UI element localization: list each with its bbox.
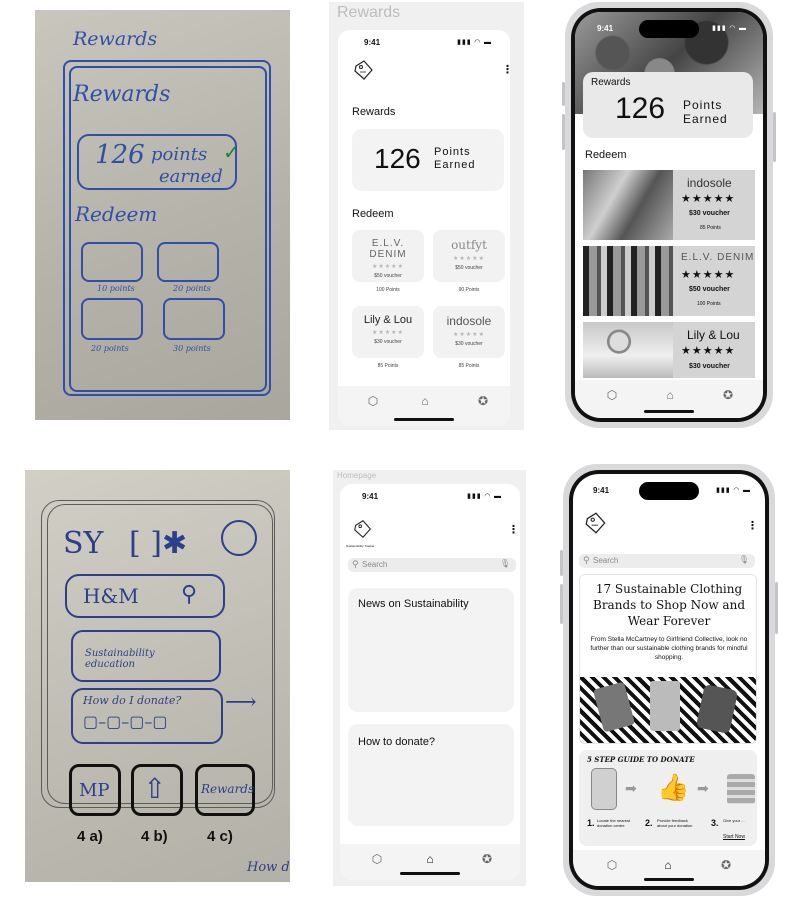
redeem-title: Redeem (352, 208, 394, 220)
signal-wifi-battery-icon: ▮▮▮ ◠ ▬ (467, 493, 502, 500)
points-card: 126 Points Earned (352, 129, 504, 191)
home-indicator (400, 872, 460, 875)
redeem-title: Redeem (585, 149, 627, 161)
tab-home-icon[interactable]: ⌂ (663, 388, 677, 402)
article-body: From Stella McCartney to Girlfriend Coll… (590, 636, 748, 661)
article-card[interactable]: 17 Sustainable Clothing Brands to Shop N… (579, 574, 757, 744)
tab-marketplace-icon[interactable]: ⬡ (605, 388, 619, 402)
reward-card-indosole[interactable]: indosole ★★★★★ $30 voucher 85 Points (583, 170, 755, 240)
sketch-header: Rewards (73, 28, 158, 50)
model-photo (583, 322, 673, 378)
donate-card[interactable]: How to donate? (348, 724, 514, 826)
sketch-rewards-photo: Rewards Rewards 126 points earned ✓ Rede… (35, 10, 290, 420)
tab-bar: ⬡ ⌂ ✪ (338, 386, 510, 426)
sketch-check-icon: ✓ (223, 142, 240, 164)
sketch-home-arrow-icon: ⇧ (143, 772, 167, 805)
home-indicator (644, 878, 694, 881)
reward-card-lily-lou[interactable]: Lily & Lou ★★★★★ $30 voucher (583, 322, 755, 378)
signal-wifi-battery-icon: ▮▮▮ ◠ ▬ (716, 487, 751, 494)
news-card[interactable]: News on Sustainability (348, 588, 514, 712)
reward-card[interactable]: Lily & Lou ★★★★★ $30 voucher (352, 306, 424, 358)
tab-rewards-icon[interactable]: ✪ (719, 858, 733, 872)
sketch-arrow: ⟶ (225, 690, 257, 715)
phone-hand-illustration (591, 768, 617, 810)
tab-rewards-icon[interactable]: ✪ (476, 394, 490, 408)
points-value: 126 (615, 92, 666, 125)
mic-icon[interactable]: 🎙 (500, 559, 510, 568)
tag-logo-icon (354, 520, 372, 539)
donate-guide-card[interactable]: 5 STEP GUIDE TO DONATE ➡ 👍 ➡ 1. Locate t… (579, 750, 757, 846)
sketch-tile (163, 298, 225, 340)
sketch-tile (81, 242, 143, 282)
arrow-right-icon: ➡ (625, 780, 637, 796)
signal-wifi-battery-icon: ▮▮▮ ◠ ▬ (712, 25, 747, 32)
tab-marketplace-icon[interactable]: ⬡ (605, 858, 619, 872)
status-bar: 9:41 ▮▮▮ ◠ ▬ (593, 486, 751, 495)
sketch-redeem: Redeem (75, 202, 158, 226)
wf-rewards-screen: 9:41 ▮▮▮ ◠ ▬ ⋮ Rewards 126 Points Earned… (338, 30, 510, 426)
tab-home-icon[interactable]: ⌂ (418, 394, 432, 408)
search-bar[interactable]: ⚲ Search 🎙 (579, 554, 755, 568)
tab-rewards-icon[interactable]: ✪ (721, 388, 735, 402)
tab-bar: ⬡ ⌂ ✪ (340, 844, 520, 880)
tab-rewards-icon[interactable]: ✪ (480, 852, 494, 866)
start-now-link[interactable]: Start Now (723, 834, 745, 840)
reward-card[interactable]: E.L.V. DENIM ★★★★★ $50 voucher (352, 230, 424, 282)
sketch-title: Rewards (73, 82, 171, 107)
clothes-stack-illustration (727, 774, 755, 804)
tab-home-icon[interactable]: ⌂ (661, 858, 675, 872)
wf-home-screen: 9:41 ▮▮▮ ◠ ▬ Sustainability Tracker ⋮ ⚲ … (340, 484, 520, 880)
reward-card[interactable]: outfyt ★★★★★ $50 voucher (433, 230, 505, 282)
arrow-right-icon: ➡ (697, 780, 709, 796)
phone-home: 9:41 ▮▮▮ ◠ ▬ ⋮ ⚲ Search 🎙 17 Sustainable… (560, 464, 778, 896)
more-menu-icon[interactable]: ⋮ (747, 521, 758, 532)
hf-home-screen: 9:41 ▮▮▮ ◠ ▬ ⋮ ⚲ Search 🎙 17 Sustainable… (573, 474, 765, 886)
status-bar: 9:41 ▮▮▮ ◠ ▬ (597, 24, 747, 33)
home-indicator (394, 418, 454, 421)
sketch-home-photo: SY [ ]✱ H&M ⚲ Sustainability education H… (25, 470, 290, 882)
tab-bar: ⬡ ⌂ ✪ (575, 380, 763, 418)
sketch-tile (81, 298, 143, 340)
tag-logo-icon (354, 60, 373, 80)
mic-icon[interactable]: 🎙 (739, 555, 749, 564)
shoes-photo (583, 170, 673, 240)
signal-wifi-battery-icon: ▮▮▮ ◠ ▬ (457, 39, 492, 46)
reward-card[interactable]: indosole ★★★★★ $30 voucher (433, 306, 505, 358)
sketch-search-icon: ⚲ (181, 582, 198, 607)
phone-rewards: 9:41 ▮▮▮ ◠ ▬ Rewards 126 Points Earned R… (562, 2, 776, 428)
tag-logo-icon (585, 512, 606, 534)
sketch-steps: ▢–▢–▢–▢ (83, 712, 168, 731)
wireframe-rewards: Rewards 9:41 ▮▮▮ ◠ ▬ ⋮ Rewards 126 Point… (329, 2, 524, 430)
hf-rewards-screen: 9:41 ▮▮▮ ◠ ▬ Rewards 126 Points Earned R… (575, 12, 763, 418)
thumbs-up-icon: 👍 (657, 772, 690, 802)
sketch-tile (157, 242, 219, 282)
search-bar[interactable]: ⚲ Search 🎙 (348, 558, 516, 572)
status-bar: 9:41 ▮▮▮ ◠ ▬ (362, 492, 502, 501)
article-title: 17 Sustainable Clothing Brands to Shop N… (593, 582, 745, 628)
points-value: 126 (374, 143, 421, 174)
frame-title: Homepage (337, 471, 377, 480)
status-bar: 9:41 ▮▮▮ ◠ ▬ (364, 38, 492, 47)
reward-card-elv-denim[interactable]: E.L.V. DENIM ★★★★★ $50 voucher 100 Point… (583, 246, 755, 316)
tab-home-icon[interactable]: ⌂ (423, 852, 437, 866)
logo-caption: Sustainability Tracker (346, 544, 375, 548)
search-icon: ⚲ (352, 559, 359, 569)
people-photo (583, 246, 673, 316)
tab-marketplace-icon[interactable]: ⬡ (370, 852, 384, 866)
rewards-title: Rewards (352, 106, 396, 118)
frame-title: Rewards (337, 4, 401, 21)
points-card: Rewards 126 Points Earned (583, 72, 753, 138)
search-icon: ⚲ (583, 555, 590, 565)
more-menu-icon[interactable]: ⋮ (508, 525, 519, 536)
tab-marketplace-icon[interactable]: ⬡ (366, 394, 380, 408)
sketch-logo: SY (63, 526, 104, 561)
clothing-collage-photo (580, 677, 756, 743)
more-menu-icon[interactable]: ⋮ (502, 65, 510, 76)
sketch-qr-icon: [ ]✱ (129, 526, 188, 561)
wireframe-home: Homepage 9:41 ▮▮▮ ◠ ▬ Sustainability Tra… (333, 470, 526, 886)
sketch-avatar-icon (221, 520, 257, 556)
tab-bar: ⬡ ⌂ ✪ (573, 850, 765, 886)
home-indicator (644, 410, 694, 413)
